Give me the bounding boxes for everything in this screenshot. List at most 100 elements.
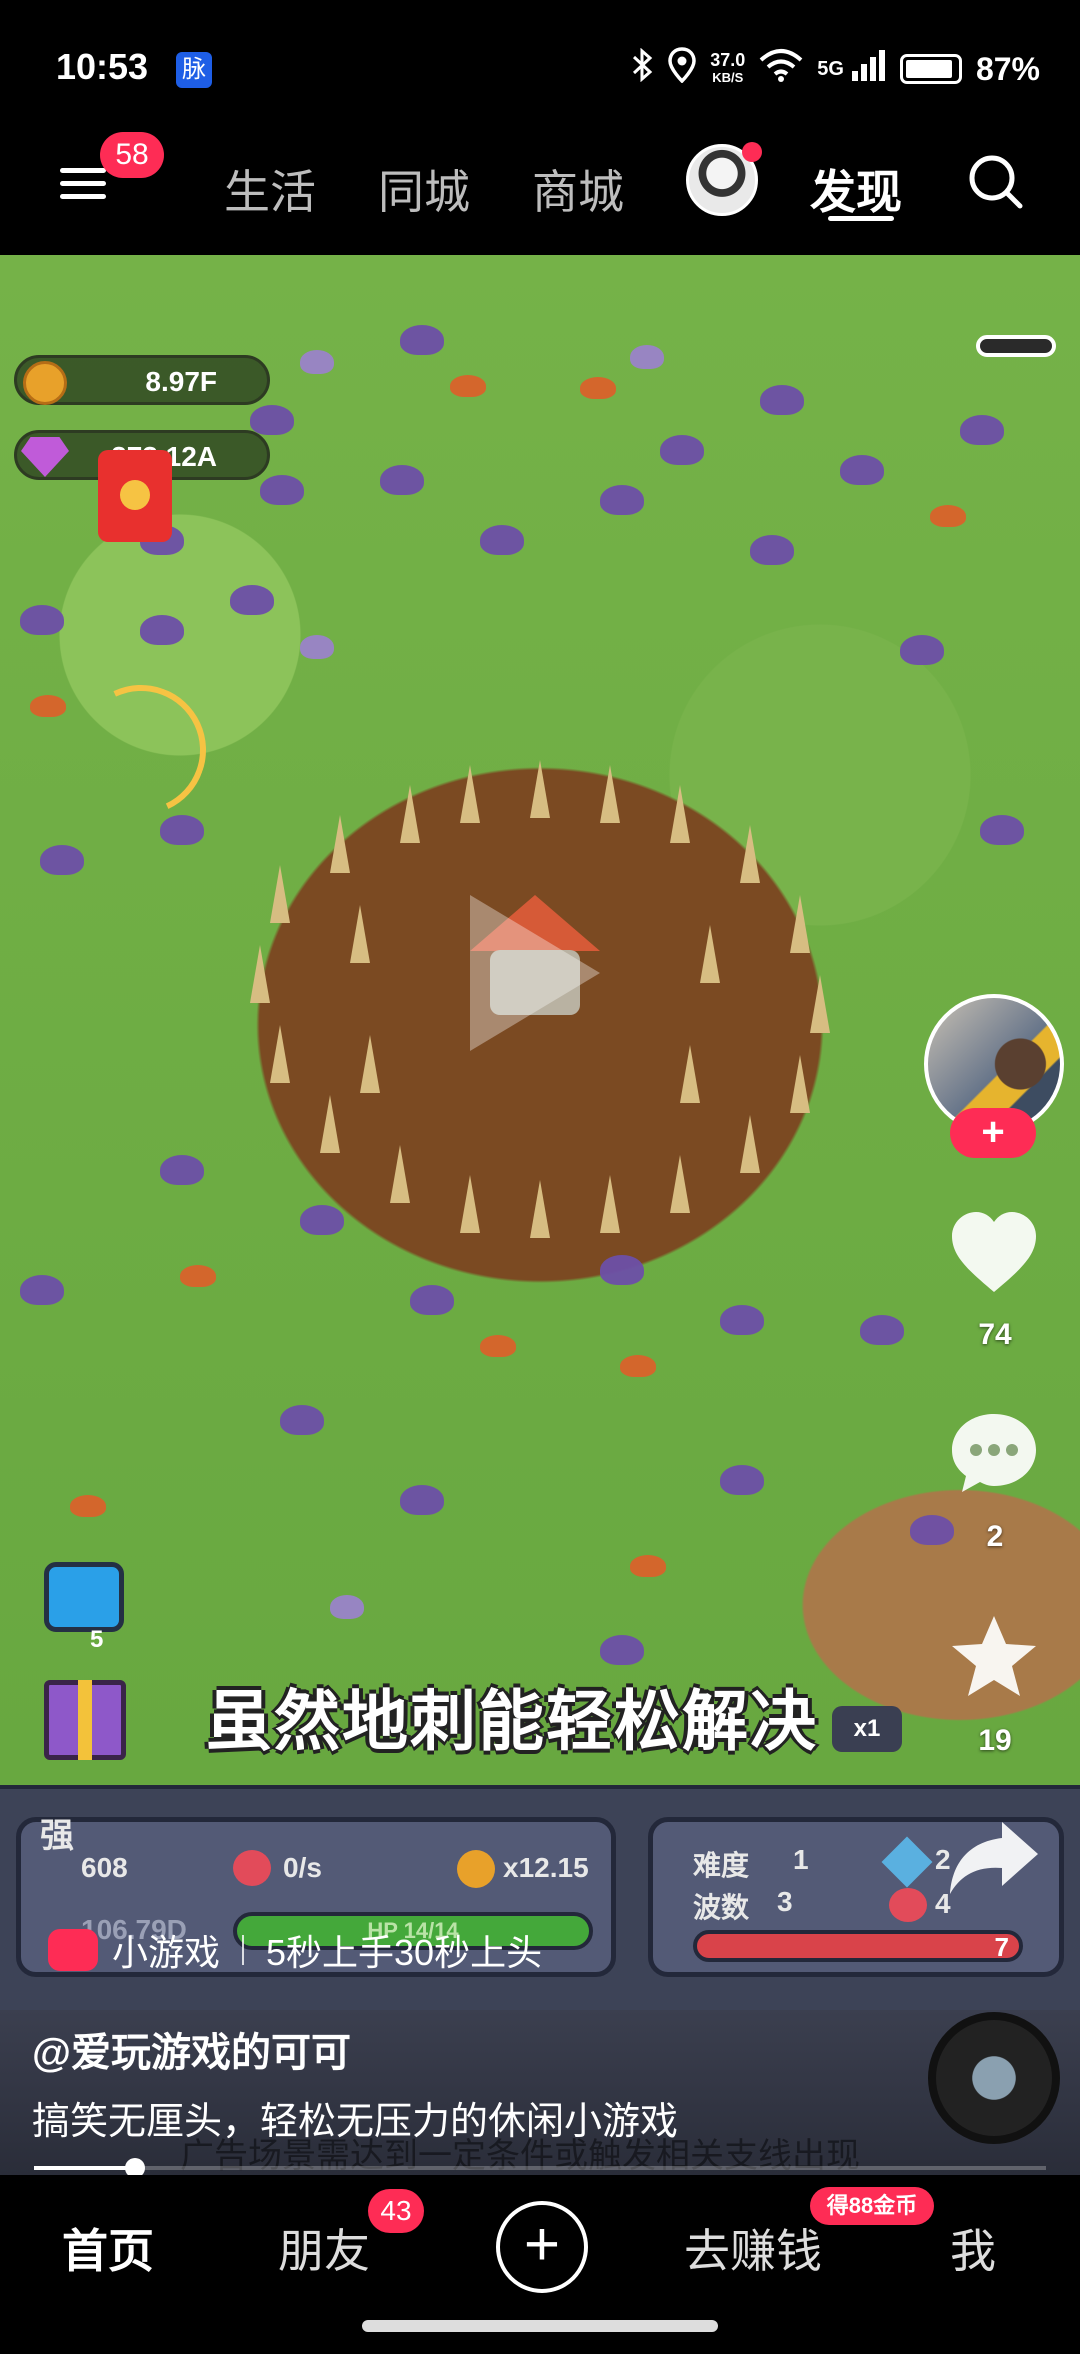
spike-trap bbox=[700, 925, 720, 983]
spike-trap bbox=[600, 765, 620, 823]
spike-trap bbox=[600, 1175, 620, 1233]
spike-trap bbox=[790, 1055, 810, 1113]
spike-trap bbox=[270, 865, 290, 923]
enemy-sprite bbox=[300, 635, 334, 659]
follow-button[interactable]: + bbox=[950, 1108, 1036, 1158]
enemy-sprite bbox=[20, 605, 64, 635]
heart-icon bbox=[952, 1212, 1036, 1292]
enemy-sprite bbox=[750, 535, 794, 565]
enemy-sprite bbox=[720, 1305, 764, 1335]
enemy-sprite bbox=[230, 585, 274, 615]
sword-icon bbox=[881, 1836, 933, 1888]
mini-game-slogan: 5秒上手30秒上头 bbox=[266, 1932, 543, 1973]
network-type: 5G bbox=[817, 57, 844, 80]
tab-discover[interactable]: 发现 bbox=[810, 156, 902, 222]
tab-life[interactable]: 生活 bbox=[224, 156, 316, 222]
comment-button[interactable] bbox=[948, 1410, 1040, 1502]
heart-def-icon bbox=[889, 1888, 927, 1922]
play-icon[interactable] bbox=[470, 895, 600, 1051]
location-icon bbox=[668, 47, 696, 91]
nav-home[interactable]: 首页 bbox=[62, 2215, 154, 2281]
enemy-sprite bbox=[40, 845, 84, 875]
comment-count: 2 bbox=[986, 1520, 1004, 1553]
spike-trap bbox=[460, 765, 480, 823]
tv-ad-count: 5 bbox=[90, 1626, 104, 1653]
nav-friends[interactable]: 朋友 bbox=[278, 2215, 370, 2281]
enemy-sprite bbox=[250, 405, 294, 435]
spike-trap bbox=[740, 1115, 760, 1173]
enemy-sprite bbox=[900, 635, 944, 665]
app-notification-icon: 脉 bbox=[176, 52, 212, 88]
video-progress-fill bbox=[34, 2166, 136, 2170]
status-bar: 10:53 脉 37.0 KB/S 5G 87% bbox=[0, 0, 1080, 120]
tv-ad-icon[interactable] bbox=[44, 1562, 124, 1632]
red-packet-seal bbox=[120, 480, 150, 510]
mini-game-label: 小游戏 bbox=[112, 1932, 221, 1973]
author-name[interactable]: @爱玩游戏的可可 bbox=[32, 2020, 351, 2078]
coin-counter: 8.97F bbox=[14, 355, 270, 405]
speed-toggle[interactable]: x1 bbox=[832, 1706, 902, 1752]
nav-earn[interactable]: 去赚钱 bbox=[684, 2215, 822, 2281]
battery-level: 87% bbox=[975, 50, 1040, 87]
gem-icon bbox=[21, 437, 69, 477]
bottom-navigation: 首页 朋友 43 + 去赚钱 得88金币 我 bbox=[0, 2175, 1080, 2354]
enemy-sprite bbox=[30, 695, 66, 717]
enemy-sprite bbox=[930, 505, 966, 527]
music-disc-icon[interactable] bbox=[928, 2012, 1060, 2144]
mini-game-tag[interactable]: 小游戏 5秒上手30秒上头 bbox=[48, 1925, 542, 1975]
tab-local[interactable]: 同城 bbox=[378, 156, 470, 222]
video-progress-bar[interactable] bbox=[34, 2158, 1046, 2178]
share-icon[interactable] bbox=[946, 1818, 1042, 1898]
coin-stat-icon bbox=[457, 1850, 495, 1888]
signal-icon bbox=[850, 49, 886, 89]
enemy-sprite bbox=[330, 1595, 364, 1619]
enemy-sprite bbox=[660, 435, 704, 465]
live-indicator-dot bbox=[742, 142, 762, 162]
enemy-sprite bbox=[380, 465, 424, 495]
enemy-sprite bbox=[720, 1465, 764, 1495]
friends-badge: 43 bbox=[368, 2189, 424, 2233]
enemy-sprite bbox=[260, 475, 304, 505]
enemy-sprite bbox=[960, 415, 1004, 445]
menu-badge: 58 bbox=[100, 132, 164, 178]
like-button[interactable] bbox=[948, 1210, 1040, 1302]
video-caption: 虽然地刺能轻松解决 bbox=[206, 1684, 818, 1758]
search-icon[interactable] bbox=[966, 152, 1026, 212]
spike-trap bbox=[810, 975, 830, 1033]
spike-trap bbox=[680, 1045, 700, 1103]
menu-icon bbox=[60, 168, 106, 173]
enemy-sprite bbox=[280, 1405, 324, 1435]
spike-trap bbox=[790, 895, 810, 953]
enemy-sprite bbox=[160, 1155, 204, 1185]
status-indicators: 37.0 KB/S 5G 87% bbox=[632, 46, 1040, 92]
pause-button[interactable] bbox=[976, 335, 1056, 357]
gift-ribbon bbox=[78, 1680, 92, 1760]
favorite-button[interactable] bbox=[948, 1612, 1040, 1704]
like-count: 74 bbox=[978, 1318, 1012, 1351]
enemy-sprite bbox=[600, 1255, 644, 1285]
enemy-sprite bbox=[600, 485, 644, 515]
spike-trap bbox=[670, 1155, 690, 1213]
enemy-sprite bbox=[140, 615, 184, 645]
enemy-sprite bbox=[410, 1285, 454, 1315]
tab-mall[interactable]: 商城 bbox=[532, 156, 624, 222]
game-stats-panel: 608 0/s x12.15 106.79D HP 14/14 难度 1 波数 … bbox=[0, 1785, 1080, 2010]
spike-trap bbox=[360, 1035, 380, 1093]
bluetooth-icon bbox=[632, 47, 654, 90]
video-player[interactable]: 8.97F 273.12A bbox=[0, 255, 1080, 1785]
enemy-sprite bbox=[180, 1265, 216, 1287]
top-navigation: 58 生活 同城 商城 发现 bbox=[0, 120, 1080, 255]
add-button[interactable]: + bbox=[496, 2201, 588, 2293]
nav-me[interactable]: 我 bbox=[950, 2215, 996, 2281]
video-description[interactable]: 搞笑无厘头，轻松无压力的休闲小游戏 bbox=[32, 2090, 678, 2145]
spike-trap bbox=[530, 760, 550, 818]
enemy-sprite bbox=[480, 1335, 516, 1357]
boost-chip: 强 bbox=[40, 1817, 74, 1855]
enemy-sprite bbox=[980, 815, 1024, 845]
spike-trap bbox=[530, 1180, 550, 1238]
spike-trap bbox=[270, 1025, 290, 1083]
home-indicator bbox=[362, 2320, 718, 2332]
status-time: 10:53 bbox=[56, 46, 149, 87]
battery-icon bbox=[899, 54, 962, 84]
enemy-sprite bbox=[400, 1485, 444, 1515]
